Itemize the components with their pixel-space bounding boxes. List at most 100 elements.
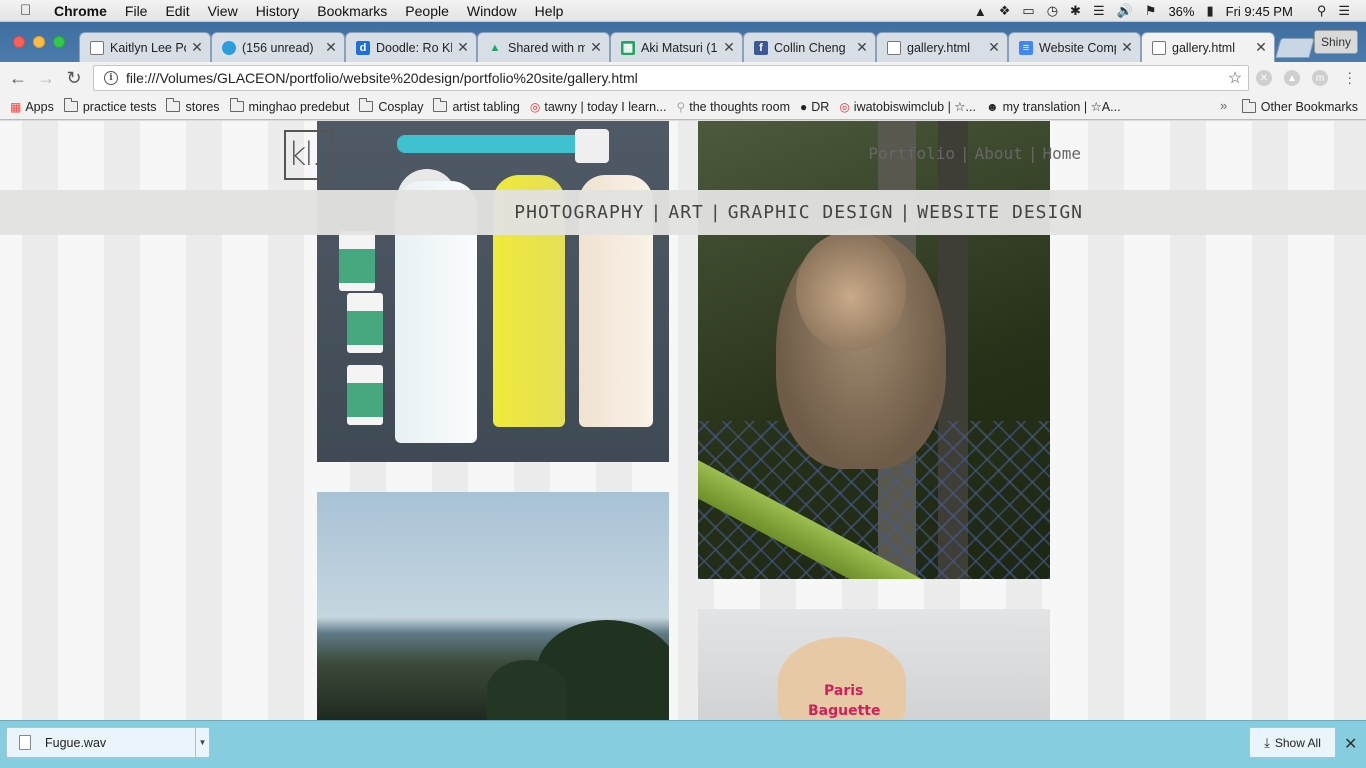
window-minimize-button[interactable] <box>33 36 45 48</box>
bookmark-star-icon[interactable]: ☆ <box>1222 68 1248 88</box>
category-website-design-link[interactable]: WEBSITE DESIGN <box>917 202 1083 223</box>
monkey-head-shape <box>796 231 906 351</box>
show-all-downloads-button[interactable]: ⤓ Show All <box>1249 727 1336 758</box>
nav-home-link[interactable]: Home <box>1042 144 1081 163</box>
bookmark-folder[interactable]: minghao predebut <box>229 98 349 114</box>
tumblr-spiral-icon: ◎ <box>839 99 850 114</box>
other-bookmarks[interactable]: Other Bookmarks <box>1241 98 1358 114</box>
dropbox-icon[interactable]: ❖ <box>999 3 1011 19</box>
apple-icon[interactable]:  <box>20 2 36 19</box>
nav-about-link[interactable]: About <box>975 144 1023 163</box>
back-arrow-icon[interactable]: ← <box>4 68 32 89</box>
forward-arrow-icon[interactable]: → <box>32 68 60 89</box>
window-close-button[interactable] <box>13 36 25 48</box>
tab-title: Kaitlyn Lee Po <box>110 40 186 55</box>
bookmark-link[interactable]: ◎ iwatobiswimclub | ☆... <box>839 99 976 115</box>
menu-app-name[interactable]: Chrome <box>54 3 107 19</box>
url-text[interactable]: file:///Volumes/GLACEON/portfolio/websit… <box>126 70 1222 86</box>
tab-close-icon[interactable]: ✕ <box>1120 39 1134 56</box>
profile-button[interactable]: Shiny <box>1313 30 1358 54</box>
info-icon[interactable]: i <box>104 71 118 85</box>
apps-grid-icon: ▦ <box>10 99 22 114</box>
volume-icon[interactable]: 🔊 <box>1117 3 1133 19</box>
bookmark-folder[interactable]: stores <box>166 98 220 114</box>
tab-doodle[interactable]: d Doodle: Ro Kl ✕ <box>345 32 477 62</box>
wifi-icon[interactable]: ☰ <box>1093 3 1105 19</box>
tab-collin-cheng[interactable]: f Collin Cheng ✕ <box>743 32 876 62</box>
google-drive-status-icon[interactable]: ▲ <box>974 4 987 19</box>
google-drive-extension-icon[interactable]: ▲ <box>1284 70 1300 86</box>
tab-kaitlyn-lee[interactable]: Kaitlyn Lee Po ✕ <box>79 32 211 62</box>
bookmark-folder[interactable]: artist tabling <box>433 98 520 114</box>
tab-close-icon[interactable]: ✕ <box>589 39 603 56</box>
tab-strip: Kaitlyn Lee Po ✕ (156 unread) ✕ d Doodle… <box>0 22 1366 62</box>
notification-center-icon[interactable]: ☰ <box>1338 3 1350 19</box>
menu-people[interactable]: People <box>405 3 449 19</box>
bookmark-folder[interactable]: Cosplay <box>359 98 423 114</box>
new-tab-button[interactable] <box>1275 38 1315 58</box>
bookmarks-overflow-chevron[interactable]: » <box>1220 98 1227 113</box>
window-fullscreen-button[interactable] <box>53 36 65 48</box>
spotlight-search-icon[interactable]: ⚲ <box>1317 3 1327 19</box>
category-art-link[interactable]: ART <box>668 202 704 223</box>
chrome-menu-icon[interactable]: · · · <box>1347 65 1352 89</box>
tab-website-comp[interactable]: ≡ Website Comp ✕ <box>1008 32 1141 62</box>
page-icon <box>90 40 104 55</box>
airplay-icon[interactable]: ▭ <box>1022 3 1034 19</box>
battery-charging-icon[interactable]: ▮ <box>1206 3 1213 19</box>
tab-gallery-active[interactable]: gallery.html ✕ <box>1141 32 1275 62</box>
tab-title: Collin Cheng <box>774 40 846 55</box>
site-logo[interactable]: kl. <box>284 130 334 180</box>
bookmark-link[interactable]: ⚲ the thoughts room <box>676 100 790 114</box>
category-photography-link[interactable]: PHOTOGRAPHY <box>514 202 644 223</box>
menu-clock[interactable]: Fri 9:45 PM <box>1226 4 1293 19</box>
bookmark-label: iwatobiswimclub | ☆... <box>853 100 976 114</box>
menu-file[interactable]: File <box>125 3 148 19</box>
menu-help[interactable]: Help <box>535 3 564 19</box>
download-arrow-icon: ⤓ <box>1264 734 1270 750</box>
category-graphic-design-link[interactable]: GRAPHIC DESIGN <box>728 202 894 223</box>
battery-percent[interactable]: 36% <box>1168 4 1194 19</box>
photo-stationery[interactable] <box>317 121 669 462</box>
bookmark-link[interactable]: ☻ my translation | ☆A... <box>986 99 1121 115</box>
extension-m-icon[interactable]: m <box>1312 70 1328 86</box>
tab-close-icon[interactable]: ✕ <box>987 39 1001 56</box>
download-shelf: Fugue.wav ▼ ⤓ Show All ✕ <box>0 720 1366 768</box>
menu-edit[interactable]: Edit <box>165 3 189 19</box>
download-filename: Fugue.wav <box>45 735 107 750</box>
download-options-caret-icon[interactable]: ▼ <box>195 728 209 757</box>
sharpener-shape <box>575 129 609 163</box>
photo-container[interactable]: Paris Baguette <box>698 609 1050 720</box>
close-download-shelf-icon[interactable]: ✕ <box>1344 734 1357 754</box>
tab-close-icon[interactable]: ✕ <box>456 39 470 56</box>
tab-close-icon[interactable]: ✕ <box>722 39 736 56</box>
tab-close-icon[interactable]: ✕ <box>1254 39 1268 56</box>
download-item[interactable]: Fugue.wav ▼ <box>6 727 210 758</box>
extension-icon[interactable]: ✕ <box>1256 70 1272 86</box>
bookmark-folder[interactable]: practice tests <box>63 98 156 114</box>
bookmark-apps[interactable]: ▦ Apps <box>10 100 54 114</box>
bookmark-link[interactable]: ◎ tawny | today I learn... <box>530 100 667 114</box>
menu-view[interactable]: View <box>208 3 238 19</box>
nav-portfolio-link[interactable]: Portfolio <box>868 144 955 163</box>
tab-aki-matsuri[interactable]: ▦ Aki Matsuri (1 ✕ <box>610 32 743 62</box>
tab-close-icon[interactable]: ✕ <box>190 39 204 56</box>
menu-window[interactable]: Window <box>467 3 517 19</box>
eraser-shape <box>339 231 375 291</box>
pencil-shape <box>397 135 597 153</box>
menu-bookmarks[interactable]: Bookmarks <box>317 3 387 19</box>
bluetooth-icon[interactable]: ✱ <box>1070 3 1081 19</box>
tab-shared-drive[interactable]: ▲ Shared with m ✕ <box>477 32 610 62</box>
address-bar[interactable]: i file:///Volumes/GLACEON/portfolio/webs… <box>93 65 1249 91</box>
tab-close-icon[interactable]: ✕ <box>855 39 869 56</box>
photo-landscape[interactable] <box>317 492 669 720</box>
us-flag-icon[interactable]: ⚑ <box>1145 3 1157 19</box>
tab-gallery-1[interactable]: gallery.html ✕ <box>876 32 1008 62</box>
bookmark-link[interactable]: ● DR <box>800 100 829 114</box>
time-machine-icon[interactable]: ◷ <box>1047 3 1058 19</box>
tab-unread-mail[interactable]: (156 unread) ✕ <box>211 32 345 62</box>
menu-history[interactable]: History <box>256 3 300 19</box>
google-drive-icon: ▲ <box>489 41 501 54</box>
reload-icon[interactable]: ↻ <box>60 68 88 89</box>
tab-close-icon[interactable]: ✕ <box>324 39 338 56</box>
